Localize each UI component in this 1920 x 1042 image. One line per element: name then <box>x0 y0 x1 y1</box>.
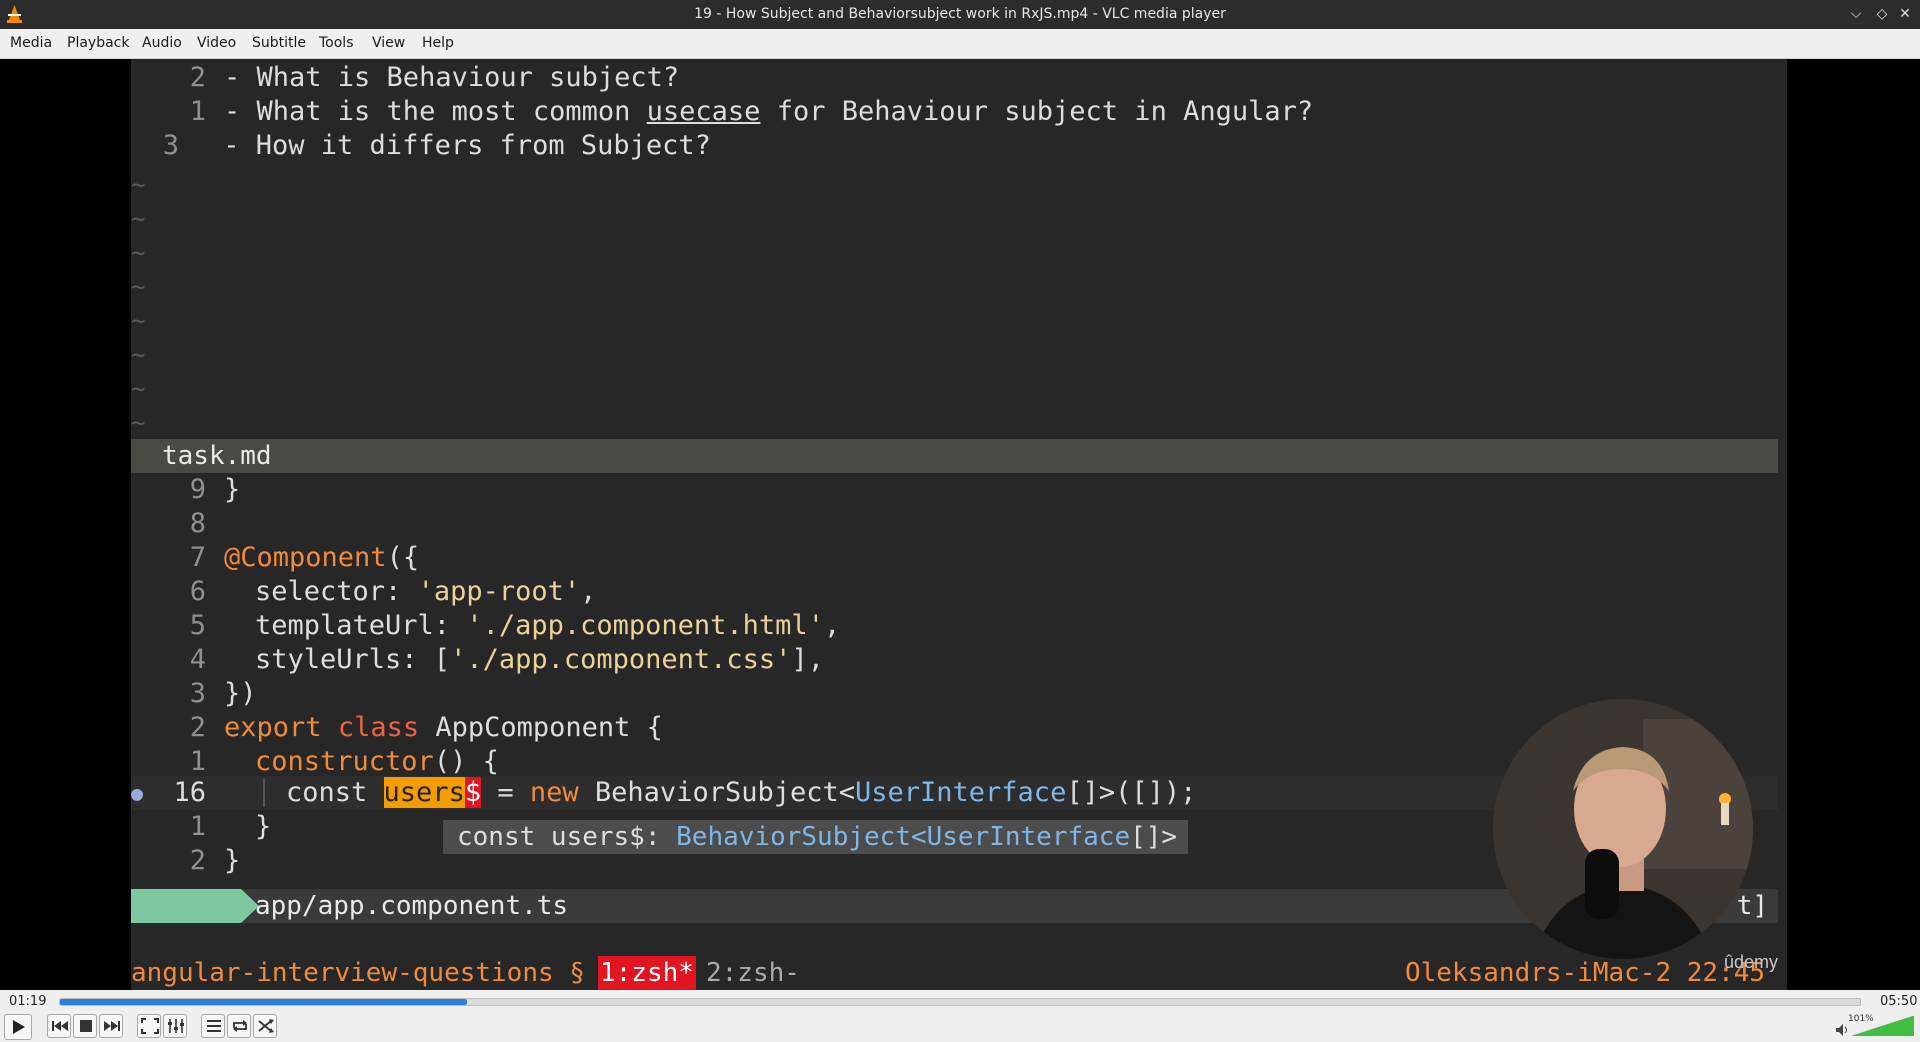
menu-playback[interactable]: Playback <box>67 35 129 51</box>
popup-text: const users$: BehaviorSubject<UserInterf… <box>457 822 1178 852</box>
line-number: 2 <box>189 62 206 93</box>
volume-control[interactable]: 101% <box>1836 1014 1916 1038</box>
loop-icon <box>233 1020 247 1032</box>
line-number: 2 <box>189 845 206 876</box>
line-number: 1 <box>189 811 206 842</box>
menu-media[interactable]: Media <box>10 35 52 51</box>
line-number: 2 <box>189 712 206 743</box>
volume-slider[interactable] <box>1852 1016 1914 1036</box>
code-line: - How it differs from Subject? <box>207 130 711 161</box>
line-number: 1 <box>189 96 206 127</box>
code-line: templateUrl: './app.component.html', <box>255 610 841 641</box>
empty-line-marker: ~ <box>131 239 146 267</box>
empty-line-marker: ~ <box>131 273 146 301</box>
playback-controls: 01:19 05:50 101% <box>0 990 1920 1042</box>
code-line: styleUrls: ['./app.component.css'], <box>255 644 824 675</box>
instructor-webcam <box>1493 699 1753 959</box>
line-number: 1 <box>189 746 206 777</box>
stop-button[interactable] <box>73 1014 97 1038</box>
menu-bar: Media Playback Audio Video Subtitle Tool… <box>0 29 1920 59</box>
line-number: 4 <box>189 644 206 675</box>
indent-guide <box>263 779 265 807</box>
code-line: @Component({ <box>224 542 420 573</box>
line-number-current: 3 <box>162 130 179 161</box>
code-line: } <box>255 811 272 842</box>
tmux-status-bar: angular-interview-questions § 1:zsh* 2:z… <box>131 956 1787 990</box>
code-line: - What is Behaviour subject? <box>224 62 680 93</box>
menu-help[interactable]: Help <box>422 35 454 51</box>
extended-settings-icon <box>168 1019 184 1033</box>
split-status-line: task.md <box>131 439 1778 473</box>
line-number: 8 <box>189 508 206 539</box>
empty-line-marker: ~ <box>131 307 146 335</box>
line-number: 7 <box>189 542 206 573</box>
elapsed-time: 01:19 <box>9 994 47 1009</box>
code-line: } <box>224 845 241 876</box>
split-filename: task.md <box>162 441 272 471</box>
code-line: } <box>224 474 241 505</box>
next-icon <box>104 1021 120 1031</box>
mode-indicator <box>131 889 241 923</box>
menu-view[interactable]: View <box>372 35 405 51</box>
code-line: - What is the most common usecase for Be… <box>224 96 1314 127</box>
code-line: }) <box>224 678 257 709</box>
empty-line-marker: ~ <box>131 171 146 199</box>
udemy-watermark: ûdemy <box>1724 952 1779 972</box>
code-line: export class AppComponent { <box>224 712 663 743</box>
code-line: selector: 'app-root', <box>255 576 597 607</box>
line-number: 6 <box>189 576 206 607</box>
playlist-icon <box>207 1020 221 1032</box>
play-button[interactable] <box>4 1014 32 1040</box>
tmux-window: 2:zsh- <box>706 958 800 988</box>
previous-icon <box>52 1021 68 1031</box>
extended-settings-button[interactable] <box>163 1014 187 1038</box>
line-number-current: 16 <box>173 777 206 808</box>
empty-line-marker: ~ <box>131 205 146 233</box>
status-right: t] <box>1736 891 1768 921</box>
line-number: 9 <box>189 474 206 505</box>
current-file-path: app/app.component.ts <box>255 891 569 921</box>
previous-button[interactable] <box>47 1014 71 1038</box>
instructor-figure <box>1493 699 1753 959</box>
loop-button[interactable] <box>227 1014 251 1038</box>
next-button[interactable] <box>99 1014 123 1038</box>
menu-subtitle[interactable]: Subtitle <box>252 35 306 51</box>
maximize-button[interactable]: ◇ <box>1872 4 1892 24</box>
fullscreen-icon <box>141 1018 159 1034</box>
seek-bar[interactable] <box>59 998 1861 1006</box>
menu-audio[interactable]: Audio <box>142 35 182 51</box>
total-time: 05:50 <box>1880 994 1918 1009</box>
seek-progress <box>60 999 467 1005</box>
video-frame: 2 - What is Behaviour subject? 1 - What … <box>131 59 1787 990</box>
line-number: 3 <box>189 678 206 709</box>
window-title: 19 - How Subject and Behaviorsubject wor… <box>694 6 1226 22</box>
stop-icon <box>80 1020 92 1032</box>
menu-tools[interactable]: Tools <box>319 35 354 51</box>
play-icon <box>13 1020 25 1034</box>
close-button[interactable]: ✕ <box>1895 4 1915 24</box>
tmux-window-active: 1:zsh* <box>598 956 696 990</box>
line-number: 5 <box>189 610 206 641</box>
code-line: constructor() { <box>255 746 499 777</box>
gutter-marker: ● <box>131 781 144 805</box>
speaker-icon[interactable] <box>1836 1024 1850 1036</box>
video-area[interactable]: 2 - What is Behaviour subject? 1 - What … <box>0 59 1920 990</box>
playlist-button[interactable] <box>201 1014 225 1038</box>
title-bar: 19 - How Subject and Behaviorsubject wor… <box>0 0 1920 29</box>
tmux-host-clock: Oleksandrs-iMac-2 22:45 <box>1405 958 1766 988</box>
tmux-session: angular-interview-questions § <box>131 958 585 988</box>
menu-video[interactable]: Video <box>197 35 236 51</box>
empty-line-marker: ~ <box>131 341 146 369</box>
fullscreen-button[interactable] <box>137 1014 161 1038</box>
minimize-button[interactable]: ⌵ <box>1846 4 1866 24</box>
shuffle-button[interactable] <box>253 1014 277 1038</box>
hover-type-popup: const users$: BehaviorSubject<UserInterf… <box>443 820 1188 854</box>
empty-line-marker: ~ <box>131 409 146 437</box>
empty-line-marker: ~ <box>131 375 146 403</box>
code-line: const users$ = new BehaviorSubject<UserI… <box>286 777 1197 808</box>
shuffle-icon <box>258 1019 274 1033</box>
